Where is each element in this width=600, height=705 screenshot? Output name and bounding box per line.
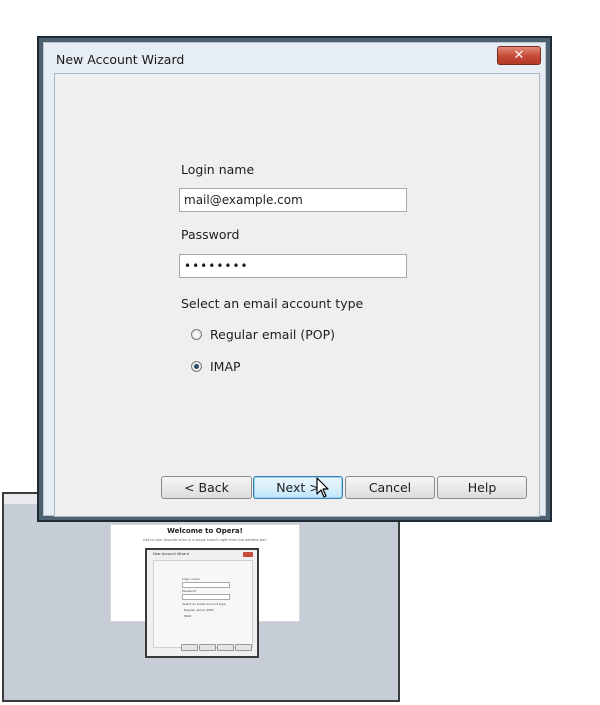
login-name-label: Login name bbox=[181, 162, 255, 177]
radio-imap-button[interactable] bbox=[191, 361, 202, 372]
password-label: Password bbox=[181, 227, 240, 242]
mouse-pointer-icon bbox=[316, 477, 329, 498]
radio-pop-button[interactable] bbox=[191, 329, 202, 340]
mini-dialog-title: New Account Wizard bbox=[153, 552, 189, 556]
mini-next-button bbox=[199, 644, 216, 651]
mini-option-imap: IMAP bbox=[184, 614, 192, 618]
background-browser-window: Welcome to Opera! Get to your favorite s… bbox=[2, 492, 400, 702]
dialog-content-panel: Login name mail@example.com Password •••… bbox=[54, 73, 540, 517]
mini-help-button bbox=[235, 644, 252, 651]
background-page-subtitle: Get to your favorite sites in a single s… bbox=[142, 538, 268, 542]
dialog-frame: New Account Wizard ✕ Login name mail@exa… bbox=[43, 42, 546, 517]
password-input[interactable]: •••••••• bbox=[179, 254, 407, 278]
mini-login-label: Login name bbox=[182, 577, 200, 581]
close-button[interactable]: ✕ bbox=[497, 46, 541, 65]
cancel-button[interactable]: Cancel bbox=[345, 476, 435, 499]
mini-login-field bbox=[182, 582, 230, 588]
mini-wizard-thumbnail: New Account Wizard Login name Password S… bbox=[145, 548, 259, 658]
background-page-title: Welcome to Opera! bbox=[167, 527, 243, 535]
back-button[interactable]: < Back bbox=[161, 476, 252, 499]
mini-option-pop: Regular email (POP) bbox=[184, 608, 215, 612]
dialog-title: New Account Wizard bbox=[56, 52, 185, 67]
mini-back-button bbox=[181, 644, 198, 651]
login-name-input[interactable]: mail@example.com bbox=[179, 188, 407, 212]
mini-password-label: Password bbox=[182, 589, 197, 593]
mini-password-field bbox=[182, 594, 230, 600]
help-button[interactable]: Help bbox=[437, 476, 527, 499]
close-icon: ✕ bbox=[513, 48, 525, 63]
mini-close-icon bbox=[243, 552, 253, 557]
mini-dialog-content: Login name Password Select an email acco… bbox=[153, 560, 253, 648]
mini-type-label: Select an email account type bbox=[182, 602, 226, 606]
radio-imap-label: IMAP bbox=[210, 359, 241, 374]
account-type-label: Select an email account type bbox=[181, 296, 364, 311]
mini-cancel-button bbox=[217, 644, 234, 651]
radio-option-pop[interactable]: Regular email (POP) bbox=[191, 327, 335, 342]
new-account-wizard-dialog: New Account Wizard ✕ Login name mail@exa… bbox=[37, 36, 552, 522]
radio-pop-label: Regular email (POP) bbox=[210, 327, 336, 342]
radio-option-imap[interactable]: IMAP bbox=[191, 359, 241, 374]
